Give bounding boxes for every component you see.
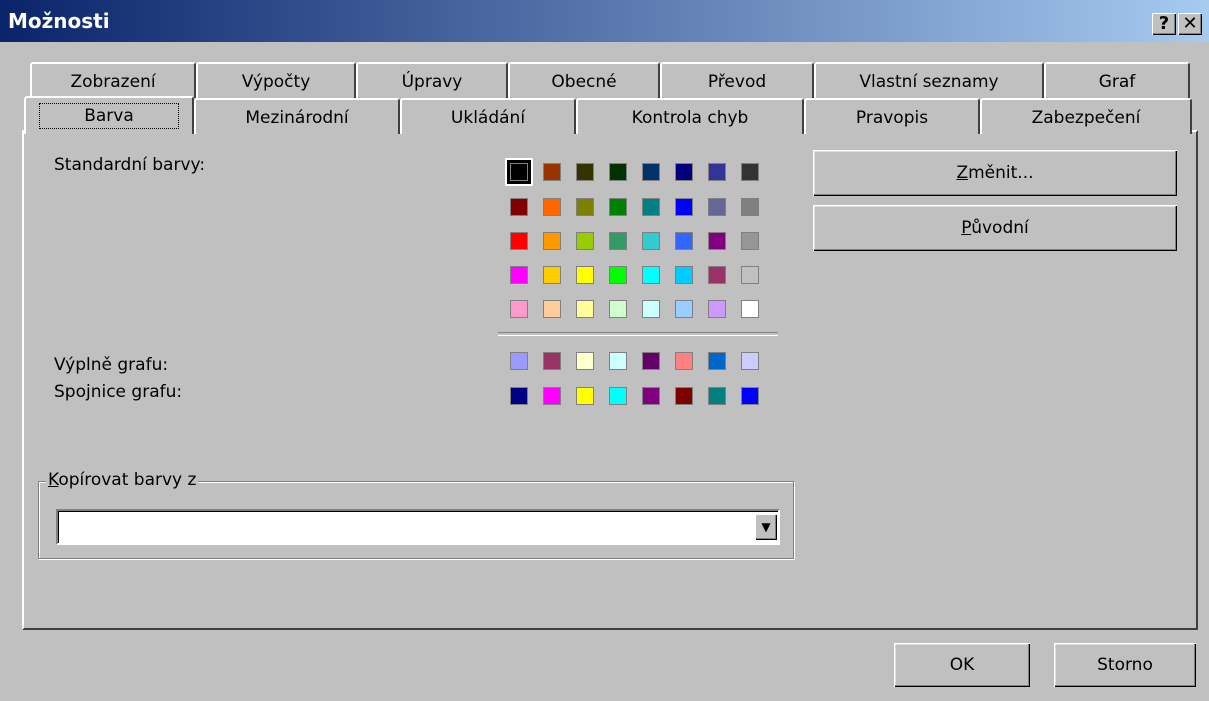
title-bar: Možnosti ? ✕ xyxy=(0,0,1209,42)
standard-color-swatch[interactable] xyxy=(708,198,726,216)
standard-color-swatch[interactable] xyxy=(510,198,528,216)
chart-line-swatch[interactable] xyxy=(543,387,561,405)
ok-button[interactable]: OK xyxy=(894,643,1030,687)
standard-color-swatch[interactable] xyxy=(609,266,627,284)
chart-line-swatch[interactable] xyxy=(642,387,660,405)
tab-graf[interactable]: Graf xyxy=(1044,62,1190,98)
chart-fill-swatch[interactable] xyxy=(675,352,693,370)
reset-button[interactable]: Původní xyxy=(813,205,1177,251)
standard-color-swatch[interactable] xyxy=(708,232,726,250)
standard-color-swatch[interactable] xyxy=(510,300,528,318)
standard-color-swatch[interactable] xyxy=(510,266,528,284)
standard-color-swatch[interactable] xyxy=(675,163,693,181)
standard-color-swatch[interactable] xyxy=(741,300,759,318)
standard-color-swatch[interactable] xyxy=(510,232,528,250)
close-button[interactable]: ✕ xyxy=(1178,13,1202,35)
tab-zobrazeni[interactable]: Zobrazení xyxy=(30,62,196,98)
tab-pravopis[interactable]: Pravopis xyxy=(804,98,980,134)
tab-upravy[interactable]: Úpravy xyxy=(356,62,508,98)
standard-color-swatch[interactable] xyxy=(543,300,561,318)
tab-obecne[interactable]: Obecné xyxy=(508,62,660,98)
tab-zabezpeceni[interactable]: Zabezpečení xyxy=(980,98,1192,134)
chevron-down-icon: ▼ xyxy=(761,520,771,534)
standard-color-swatch[interactable] xyxy=(543,232,561,250)
cancel-button[interactable]: Storno xyxy=(1054,643,1196,687)
standard-color-swatch[interactable] xyxy=(642,198,660,216)
standard-color-swatch[interactable] xyxy=(543,266,561,284)
chart-fills-label: Výplně grafu: xyxy=(54,355,169,375)
standard-colors-label: Standardní barvy: xyxy=(54,155,206,175)
standard-color-swatch[interactable] xyxy=(576,266,594,284)
standard-color-swatch[interactable] xyxy=(609,232,627,250)
standard-color-swatch[interactable] xyxy=(543,198,561,216)
chart-fill-swatch[interactable] xyxy=(510,352,528,370)
standard-color-swatch[interactable] xyxy=(741,232,759,250)
standard-color-swatch[interactable] xyxy=(642,300,660,318)
standard-color-swatch[interactable] xyxy=(609,198,627,216)
standard-color-swatch[interactable] xyxy=(543,163,561,181)
standard-color-swatch[interactable] xyxy=(741,198,759,216)
standard-color-swatch[interactable] xyxy=(708,300,726,318)
standard-color-swatch[interactable] xyxy=(642,266,660,284)
standard-color-swatch[interactable] xyxy=(609,300,627,318)
standard-color-swatch[interactable] xyxy=(642,232,660,250)
tab-kontrola-chyb[interactable]: Kontrola chyb xyxy=(576,98,804,134)
chart-fill-swatch[interactable] xyxy=(741,352,759,370)
tab-mezinarodni[interactable]: Mezinárodní xyxy=(194,98,400,134)
change-button[interactable]: Změnit... xyxy=(813,150,1177,196)
chart-lines-label: Spojnice grafu: xyxy=(54,382,183,402)
tab-vlastni-seznamy[interactable]: Vlastní seznamy xyxy=(814,62,1044,98)
tab-ukladani[interactable]: Ukládání xyxy=(400,98,576,134)
standard-color-swatch[interactable] xyxy=(675,198,693,216)
standard-color-swatch[interactable] xyxy=(609,163,627,181)
help-icon: ? xyxy=(1158,13,1170,34)
chart-line-swatch[interactable] xyxy=(576,387,594,405)
standard-color-swatch[interactable] xyxy=(505,158,533,186)
palette-separator xyxy=(498,332,778,336)
standard-color-swatch[interactable] xyxy=(576,232,594,250)
standard-color-swatch[interactable] xyxy=(708,163,726,181)
chart-fill-swatch[interactable] xyxy=(708,352,726,370)
chart-line-swatch[interactable] xyxy=(675,387,693,405)
chart-line-swatch[interactable] xyxy=(609,387,627,405)
standard-color-swatch[interactable] xyxy=(576,163,594,181)
chart-fill-swatch[interactable] xyxy=(642,352,660,370)
tab-vypocty[interactable]: Výpočty xyxy=(196,62,356,98)
close-icon: ✕ xyxy=(1182,13,1198,34)
standard-color-swatch[interactable] xyxy=(576,198,594,216)
chart-line-swatch[interactable] xyxy=(510,387,528,405)
copy-colors-combo[interactable]: ▼ xyxy=(56,509,780,545)
standard-color-swatch[interactable] xyxy=(675,232,693,250)
standard-color-swatch[interactable] xyxy=(741,266,759,284)
chart-fill-swatch[interactable] xyxy=(576,352,594,370)
standard-color-swatch[interactable] xyxy=(675,300,693,318)
tab-barva[interactable]: Barva xyxy=(24,96,194,134)
standard-color-swatch[interactable] xyxy=(741,163,759,181)
chart-fill-swatch[interactable] xyxy=(609,352,627,370)
chart-line-swatch[interactable] xyxy=(741,387,759,405)
standard-color-swatch[interactable] xyxy=(675,266,693,284)
chart-fill-swatch[interactable] xyxy=(543,352,561,370)
combo-dropdown-button[interactable]: ▼ xyxy=(755,514,777,540)
standard-color-swatch[interactable] xyxy=(708,266,726,284)
tab-prevod[interactable]: Převod xyxy=(660,62,814,98)
chart-line-swatch[interactable] xyxy=(708,387,726,405)
window-title: Možnosti xyxy=(8,9,110,33)
standard-color-swatch[interactable] xyxy=(576,300,594,318)
help-button[interactable]: ? xyxy=(1152,13,1176,35)
copy-colors-label: Kopírovat barvy z xyxy=(46,470,199,490)
standard-color-swatch[interactable] xyxy=(642,163,660,181)
